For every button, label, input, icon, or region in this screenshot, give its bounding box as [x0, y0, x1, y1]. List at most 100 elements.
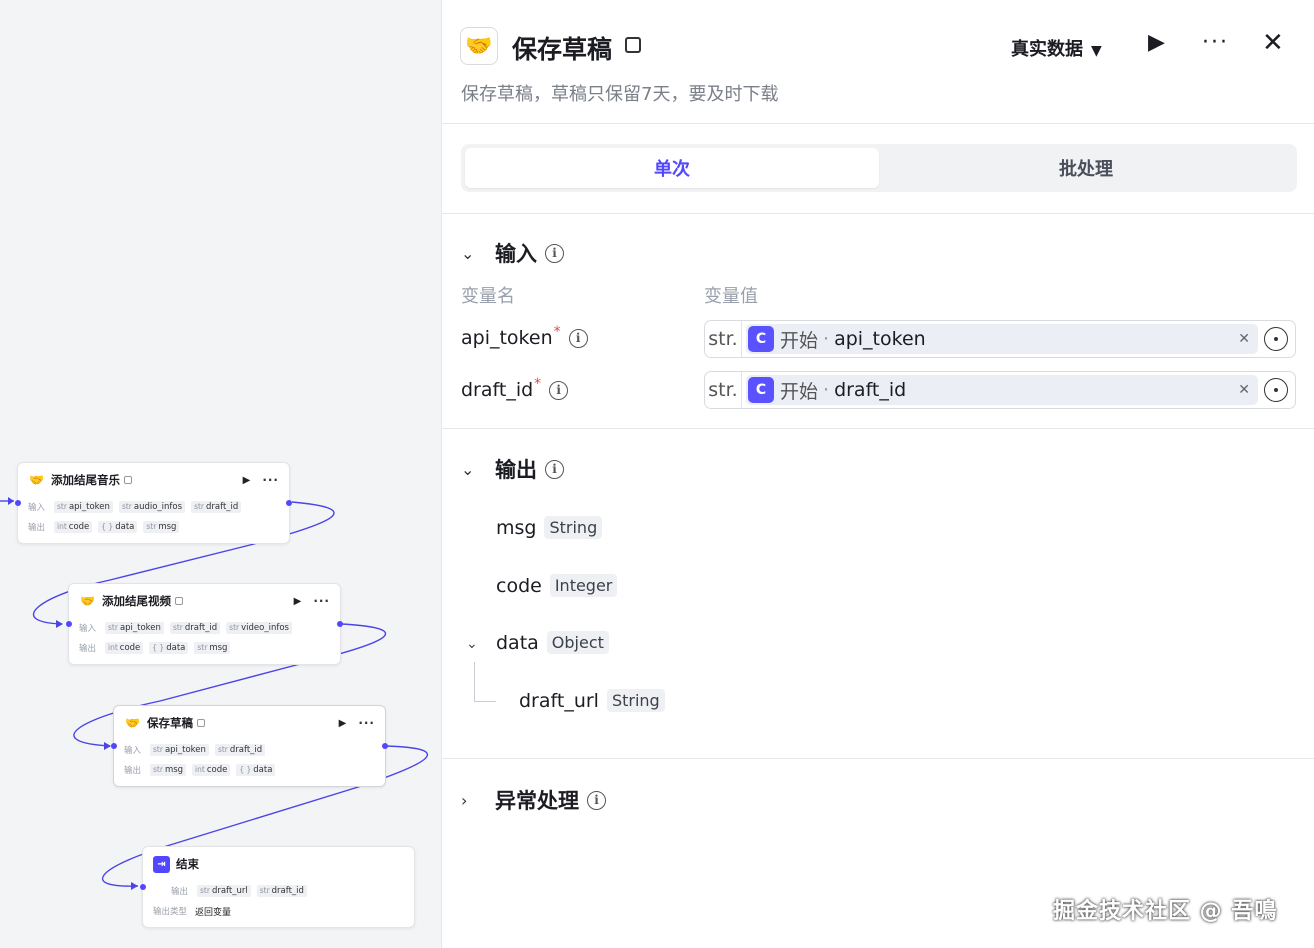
param-tag: str draft_id [256, 885, 307, 897]
play-icon[interactable]: ▶ [294, 596, 302, 607]
play-icon[interactable]: ▶ [243, 475, 251, 486]
var-value-draft-id[interactable]: str. C 开始 · draft_id ✕ [704, 371, 1296, 409]
error-section-header[interactable]: › 异常处理 i [461, 785, 606, 815]
chevron-down-icon: ⌄ [461, 243, 475, 263]
plugin-icon [197, 719, 205, 727]
chevron-down-icon[interactable]: ⌄ [466, 636, 478, 652]
param-tag: str draft_url [197, 885, 251, 897]
param-tag: { } data [98, 521, 138, 533]
more-icon[interactable]: ··· [262, 473, 279, 487]
node-add-end-video[interactable]: 🤝 添加结尾视频 ▶ ··· 输入 str api_token str draft_id str… [66, 583, 343, 665]
node-title: 添加结尾视频 [102, 594, 171, 608]
variable-reference[interactable]: C 开始 · draft_id ✕ [746, 375, 1258, 405]
handshake-icon: 🤝 [460, 27, 498, 65]
output-type-label: 输出类型 [153, 907, 188, 917]
node-title: 添加结尾音乐 [51, 473, 120, 487]
section-title: 输入 [495, 242, 537, 266]
panel-header: 🤝 保存草稿 保存草稿，草稿只保留7天，要及时下载 真实数据 ▼ ▶ ··· ✕ [442, 0, 1314, 124]
handshake-icon: 🤝 [80, 594, 95, 608]
param-tag: str audio_infos [118, 501, 186, 513]
param-tag: { } data [236, 764, 276, 776]
variable-picker-icon[interactable] [1264, 378, 1288, 402]
more-icon[interactable]: ··· [1202, 30, 1229, 55]
output-port[interactable] [286, 500, 292, 506]
plugin-icon [124, 476, 132, 484]
clear-icon[interactable]: ✕ [1238, 331, 1250, 347]
plugin-icon [175, 597, 183, 605]
caret-down-icon: ▼ [1091, 43, 1102, 59]
column-var-name: 变量名 [461, 286, 515, 307]
var-name-draft-id: draft_id * i [461, 376, 569, 401]
run-mode-tabs: 单次 批处理 [461, 144, 1297, 192]
output-type-value: 返回变量 [195, 907, 232, 918]
output-label: 输出 [171, 887, 189, 897]
watermark: 掘金技术社区 @ 吾鳴 [1053, 899, 1278, 924]
variable-picker-icon[interactable] [1264, 327, 1288, 351]
output-item-draft-url: draft_url String [519, 689, 665, 712]
node-end[interactable]: ⇥ 结束 输出 str draft_url str draft_id 输出类型 返回变量 [140, 846, 415, 928]
run-icon[interactable]: ▶ [1148, 30, 1165, 55]
node-add-end-music[interactable]: 🤝 添加结尾音乐 ▶ ··· 输入 str api_token str audio_infos… [15, 462, 292, 544]
param-tag: str draft_id [191, 501, 242, 513]
more-icon[interactable]: ··· [358, 716, 375, 730]
chevron-right-icon: › [461, 790, 468, 810]
param-tag: int code [105, 642, 144, 654]
handshake-icon: 🤝 [29, 473, 44, 487]
output-item-data: data Object [496, 631, 609, 654]
variable-reference[interactable]: C 开始 · api_token ✕ [746, 324, 1258, 354]
section-title: 输出 [495, 458, 537, 482]
info-icon[interactable]: i [549, 380, 569, 400]
param-tag: str msg [143, 521, 180, 533]
param-tag: str video_infos [226, 622, 292, 634]
end-icon: ⇥ [153, 855, 170, 873]
input-port[interactable] [66, 621, 72, 627]
output-label: 输出 [79, 644, 97, 654]
info-icon[interactable]: i [568, 328, 588, 348]
param-tag: { } data [149, 642, 189, 654]
panel-title: 保存草稿 [512, 35, 613, 64]
output-item-msg: msg String [496, 516, 603, 539]
more-icon[interactable]: ··· [313, 594, 330, 608]
input-port[interactable] [15, 500, 21, 506]
output-port[interactable] [337, 621, 343, 627]
type-label: str. [705, 372, 742, 408]
input-port[interactable] [140, 884, 146, 890]
panel-description: 保存草稿，草稿只保留7天，要及时下载 [461, 84, 779, 105]
node-title: 结束 [176, 857, 199, 871]
handshake-icon: 🤝 [125, 716, 140, 730]
param-tag: str draft_id [169, 622, 221, 634]
info-icon[interactable]: i [545, 459, 564, 479]
input-label: 输入 [124, 746, 142, 756]
var-value-api-token[interactable]: str. C 开始 · api_token ✕ [704, 320, 1296, 358]
start-node-icon: C [748, 326, 774, 352]
output-port[interactable] [382, 743, 388, 749]
input-section-header[interactable]: ⌄ 输入 i [461, 238, 564, 268]
param-tag: str msg [194, 642, 231, 654]
input-port[interactable] [111, 743, 117, 749]
close-icon[interactable]: ✕ [1262, 28, 1284, 58]
tab-single[interactable]: 单次 [465, 148, 879, 188]
output-section-header[interactable]: ⌄ 输出 i [461, 454, 564, 484]
tree-line [474, 662, 496, 702]
input-label: 输入 [79, 624, 97, 634]
param-tag: str api_token [54, 501, 113, 513]
param-tag: str api_token [105, 622, 164, 634]
input-label: 输入 [28, 503, 46, 513]
var-name-api-token: api_token * i [461, 324, 588, 349]
node-save-draft[interactable]: 🤝 保存草稿 ▶ ··· 输入 str api_token str draft_id 输出 st… [111, 705, 388, 787]
data-mode-select[interactable]: 真实数据 ▼ [1011, 35, 1102, 61]
start-node-icon: C [748, 377, 774, 403]
type-label: str. [705, 321, 742, 357]
clear-icon[interactable]: ✕ [1238, 382, 1250, 398]
param-tag: int code [192, 764, 231, 776]
param-tag: str draft_id [214, 744, 266, 756]
tab-batch[interactable]: 批处理 [879, 148, 1293, 188]
info-icon[interactable]: i [587, 790, 606, 810]
workflow-canvas[interactable]: 🤝 添加结尾音乐 ▶ ··· 输入 str api_token str audio_infos… [0, 0, 441, 948]
play-icon[interactable]: ▶ [339, 718, 347, 729]
column-var-value: 变量值 [704, 286, 758, 307]
section-title: 异常处理 [495, 789, 579, 813]
node-title: 保存草稿 [147, 716, 193, 730]
output-item-code: code Integer [496, 574, 618, 597]
info-icon[interactable]: i [545, 243, 564, 263]
